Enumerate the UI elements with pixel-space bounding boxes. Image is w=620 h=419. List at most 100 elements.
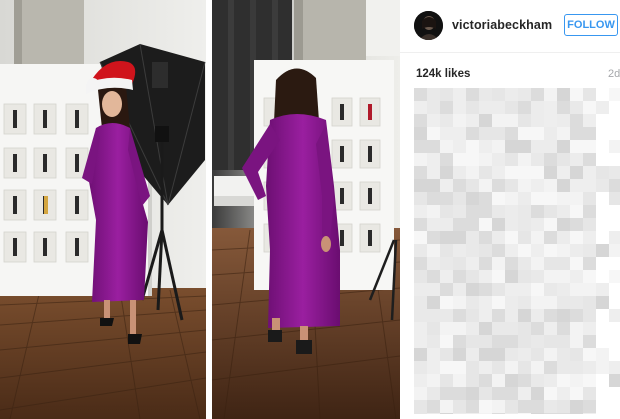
mosaic-cell <box>596 127 609 140</box>
mosaic-cell <box>466 127 479 140</box>
mosaic-cell <box>518 153 531 166</box>
mosaic-cell <box>479 413 492 414</box>
mosaic-cell <box>414 283 427 296</box>
mosaic-cell <box>492 166 505 179</box>
mosaic-cell <box>479 205 492 218</box>
mosaic-cell <box>596 88 609 101</box>
mosaic-cell <box>531 166 544 179</box>
mosaic-cell <box>414 205 427 218</box>
mosaic-cell <box>544 413 557 414</box>
mosaic-cell <box>466 309 479 322</box>
mosaic-cell <box>479 361 492 374</box>
mosaic-cell <box>492 257 505 270</box>
mosaic-cell <box>492 231 505 244</box>
mosaic-cell <box>453 270 466 283</box>
mosaic-cell <box>570 270 583 283</box>
mosaic-cell <box>557 296 570 309</box>
mosaic-cell <box>583 231 596 244</box>
mosaic-cell <box>414 244 427 257</box>
mosaic-cell <box>453 296 466 309</box>
mosaic-cell <box>427 205 440 218</box>
mosaic-cell <box>583 322 596 335</box>
mosaic-cell <box>492 283 505 296</box>
mosaic-cell <box>570 387 583 400</box>
mosaic-cell <box>518 257 531 270</box>
mosaic-cell <box>479 114 492 127</box>
mosaic-cell <box>557 114 570 127</box>
mosaic-cell <box>505 166 518 179</box>
username-link[interactable]: victoriabeckham <box>452 18 552 32</box>
follow-button[interactable]: FOLLOW <box>564 14 618 36</box>
mosaic-cell <box>505 205 518 218</box>
mosaic-cell <box>479 153 492 166</box>
post-header: victoriabeckham FOLLOW <box>400 0 620 53</box>
mosaic-cell <box>505 244 518 257</box>
mosaic-cell <box>492 140 505 153</box>
mosaic-cell <box>440 218 453 231</box>
mosaic-cell <box>531 270 544 283</box>
mosaic-cell <box>518 348 531 361</box>
mosaic-cell <box>414 335 427 348</box>
mosaic-cell <box>596 140 609 153</box>
mosaic-cell <box>414 114 427 127</box>
mosaic-cell <box>544 166 557 179</box>
mosaic-cell <box>440 335 453 348</box>
likes-count[interactable]: 124k likes <box>416 68 470 80</box>
mosaic-cell <box>544 179 557 192</box>
mosaic-cell <box>505 270 518 283</box>
mosaic-cell <box>453 88 466 101</box>
mosaic-cell <box>414 309 427 322</box>
mosaic-cell <box>492 218 505 231</box>
mosaic-cell <box>583 348 596 361</box>
mosaic-cell <box>609 218 620 231</box>
mosaic-cell <box>583 257 596 270</box>
mosaic-cell <box>466 413 479 414</box>
mosaic-cell <box>427 166 440 179</box>
avatar[interactable] <box>414 11 443 40</box>
mosaic-cell <box>492 153 505 166</box>
mosaic-cell <box>427 101 440 114</box>
mosaic-cell <box>557 374 570 387</box>
mosaic-cell <box>466 88 479 101</box>
mosaic-cell <box>505 153 518 166</box>
mosaic-cell <box>492 296 505 309</box>
mosaic-cell <box>427 114 440 127</box>
mosaic-cell <box>479 218 492 231</box>
mosaic-cell <box>518 205 531 218</box>
mosaic-cell <box>427 231 440 244</box>
mosaic-cell <box>557 192 570 205</box>
mosaic-cell <box>427 127 440 140</box>
mosaic-cell <box>466 140 479 153</box>
mosaic-cell <box>531 322 544 335</box>
mosaic-cell <box>518 192 531 205</box>
mosaic-cell <box>492 387 505 400</box>
mosaic-cell <box>557 218 570 231</box>
mosaic-cell <box>544 296 557 309</box>
mosaic-cell <box>453 257 466 270</box>
post-photo[interactable] <box>0 0 400 419</box>
mosaic-cell <box>440 114 453 127</box>
mosaic-cell <box>596 400 609 413</box>
mosaic-cell <box>479 283 492 296</box>
mosaic-cell <box>414 257 427 270</box>
mosaic-cell <box>414 270 427 283</box>
mosaic-cell <box>583 296 596 309</box>
mosaic-cell <box>596 257 609 270</box>
mosaic-cell <box>427 140 440 153</box>
mosaic-cell <box>570 400 583 413</box>
mosaic-cell <box>505 127 518 140</box>
mosaic-cell <box>505 387 518 400</box>
mosaic-cell <box>583 127 596 140</box>
mosaic-cell <box>544 231 557 244</box>
mosaic-cell <box>557 322 570 335</box>
mosaic-cell <box>557 166 570 179</box>
mosaic-cell <box>505 335 518 348</box>
mosaic-cell <box>557 400 570 413</box>
mosaic-cell <box>440 348 453 361</box>
mosaic-cell <box>427 88 440 101</box>
mosaic-cell <box>570 166 583 179</box>
mosaic-cell <box>544 335 557 348</box>
mosaic-cell <box>479 166 492 179</box>
mosaic-cell <box>453 244 466 257</box>
mosaic-cell <box>609 296 620 309</box>
